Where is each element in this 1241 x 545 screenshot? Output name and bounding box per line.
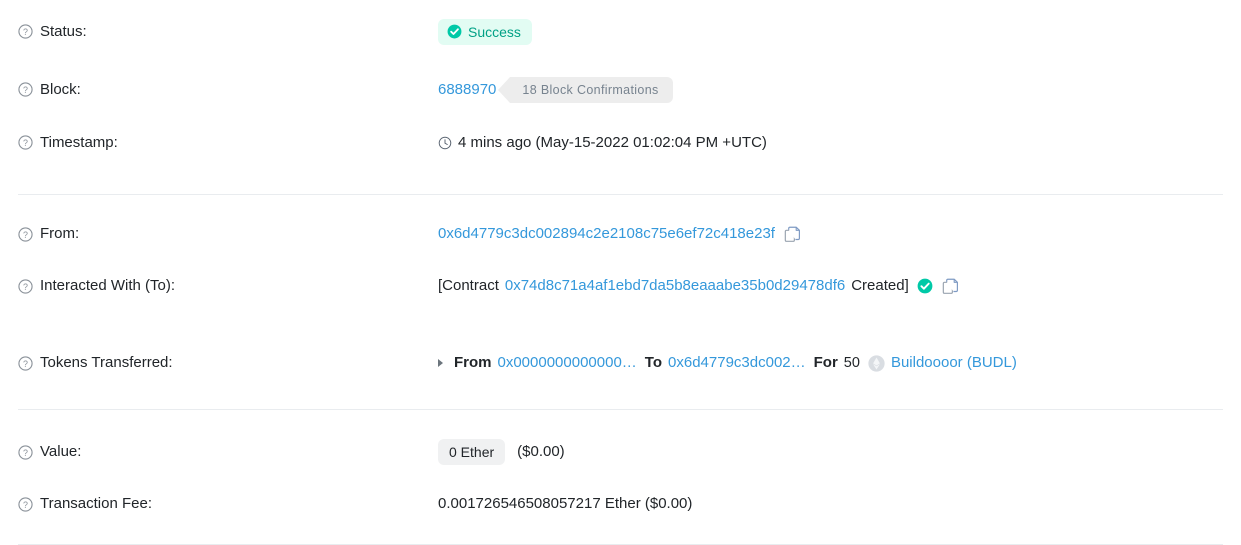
divider-1 [18,194,1223,195]
question-circle-icon[interactable]: ? [18,135,33,150]
caret-right-icon[interactable] [438,359,448,367]
label-text-status: Status: [40,22,87,40]
token-to-address-link[interactable]: 0x6d4779c3dc002… [668,353,806,373]
label-text-value: Value: [40,443,82,460]
contract-suffix: Created] [851,277,909,294]
check-circle-icon [447,24,462,39]
row-from: ? From: 0x6d4779c3dc002894c2e2108c75e6ef… [0,208,1241,260]
token-transfer-item: From 0x0000000000000… To 0x6d4779c3dc002… [438,353,1017,373]
token-from-address-link[interactable]: 0x0000000000000… [498,353,637,373]
question-circle-icon[interactable]: ? [18,355,33,371]
row-label-value: ? Value: [18,442,438,462]
label-text-timestamp: Timestamp: [40,133,118,151]
row-value-transaction-fee: 0.001726546508057217 Ether ($0.00) [438,494,1223,514]
row-tokens-transferred: ? Tokens Transferred: From 0x00000000000… [0,337,1241,389]
label-text-interacted-with: Interacted With (To): [40,277,176,294]
label-text-from: From: [40,225,80,242]
question-circle-icon[interactable]: ? [18,278,33,294]
block-confirmations-badge: 18 Block Confirmations [498,76,673,103]
question-circle-icon[interactable]: ? [18,82,33,97]
row-block: ? Block: 6888970 18 Block Confirmations [0,63,1241,116]
value-usd: ($0.00) [517,443,565,460]
block-number-link[interactable]: 6888970 [438,80,496,100]
label-text-tokens-transferred: Tokens Transferred: [40,354,173,371]
label-text-block: Block: [40,80,81,98]
svg-text:?: ? [23,229,28,239]
row-value-timestamp: 4 mins ago (May-15-2022 01:02:04 PM +UTC… [438,133,1223,153]
status-badge: Success [438,18,532,45]
svg-text:?: ? [23,358,28,368]
transaction-fee-text: 0.001726546508057217 Ether ($0.00) [438,495,693,512]
row-label-from: ? From: [18,224,438,244]
from-address-link[interactable]: 0x6d4779c3dc002894c2e2108c75e6ef72c418e2… [438,224,775,244]
verified-check-icon [917,278,933,294]
divider-2 [18,409,1223,410]
row-label-tokens-transferred: ? Tokens Transferred: [18,353,438,373]
timestamp-text: 4 mins ago (May-15-2022 01:02:04 PM +UTC… [458,133,767,151]
copy-icon[interactable] [942,278,959,295]
contract-prefix: [Contract [438,277,499,294]
row-label-transaction-fee: ? Transaction Fee: [18,494,438,514]
row-label-status: ? Status: [18,22,438,42]
copy-icon[interactable] [784,226,801,243]
token-to-keyword: To [644,354,663,371]
token-name-link[interactable]: Buildoooor (BUDL) [891,353,1017,373]
row-timestamp: ? Timestamp: 4 mins ago (May-15-2022 01:… [0,116,1241,169]
row-label-block: ? Block: [18,80,438,100]
transaction-details-panel: ? Status: Success ? Block: 6888970 18 Bl… [0,0,1241,545]
status-badge-label: Success [468,23,521,40]
token-from-keyword: From [454,354,492,371]
ethereum-diamond-icon [868,354,885,372]
row-transaction-fee: ? Transaction Fee: 0.001726546508057217 … [0,478,1241,530]
svg-text:?: ? [23,27,28,37]
row-value-tokens-transferred: From 0x0000000000000… To 0x6d4779c3dc002… [438,353,1223,373]
row-value-value: 0 Ether ($0.00) [438,439,1223,465]
contract-address-link[interactable]: 0x74d8c71a4af1ebd7da5b8eaaabe35b0d29478d… [505,276,845,296]
question-circle-icon[interactable]: ? [18,496,33,512]
row-value-block: 6888970 18 Block Confirmations [438,76,1223,103]
row-value: ? Value: 0 Ether ($0.00) [0,426,1241,478]
value-ether-pill: 0 Ether [438,439,506,465]
row-label-timestamp: ? Timestamp: [18,133,438,153]
svg-text:?: ? [23,447,28,457]
row-interacted-with: ? Interacted With (To): [Contract 0x74d8… [0,260,1241,312]
svg-text:?: ? [23,499,28,509]
clock-icon [438,136,452,150]
token-for-keyword: For [813,354,838,371]
svg-text:?: ? [23,85,28,95]
svg-text:?: ? [23,281,28,291]
question-circle-icon[interactable]: ? [18,444,33,460]
svg-text:?: ? [23,138,28,148]
row-label-interacted-with: ? Interacted With (To): [18,276,438,296]
row-value-interacted-with: [Contract 0x74d8c71a4af1ebd7da5b8eaaabe3… [438,276,1223,296]
row-value-status: Success [438,18,1223,45]
row-status: ? Status: Success [0,0,1241,63]
question-circle-icon[interactable]: ? [18,24,33,39]
row-value-from: 0x6d4779c3dc002894c2e2108c75e6ef72c418e2… [438,224,1223,244]
question-circle-icon[interactable]: ? [18,226,33,242]
label-text-transaction-fee: Transaction Fee: [40,495,152,512]
token-amount: 50 [843,355,860,371]
